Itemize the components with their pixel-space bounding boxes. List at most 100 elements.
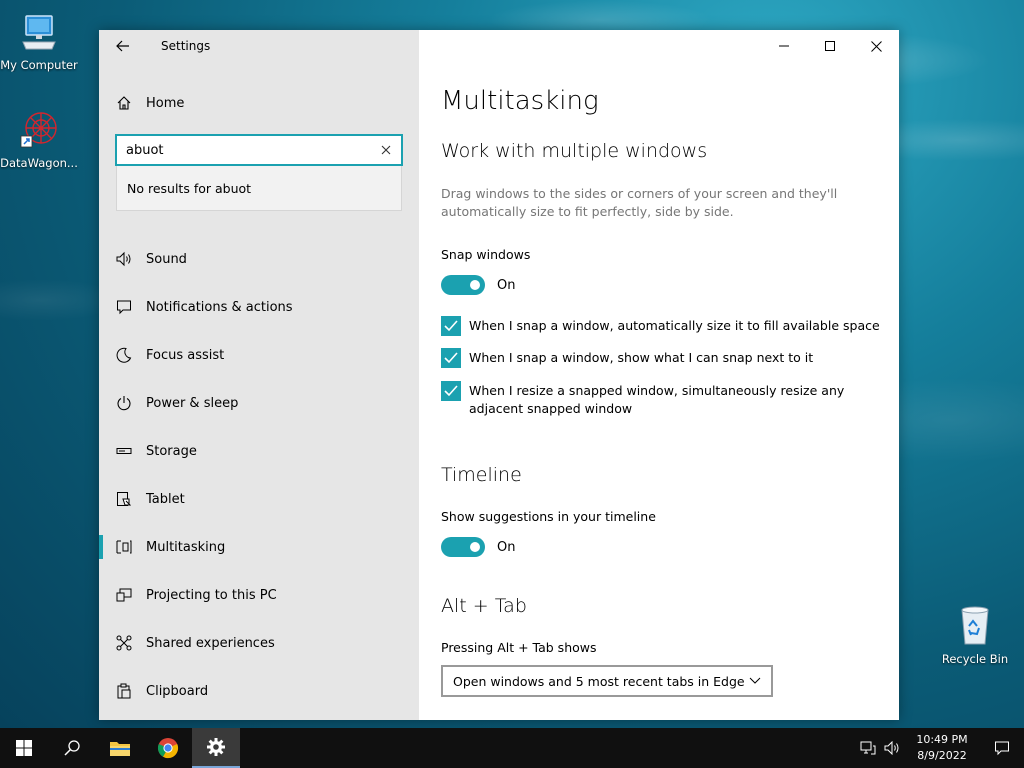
snap-option-label: When I snap a window, automatically size… (469, 318, 880, 333)
sidebar-item-label: Multitasking (146, 539, 226, 555)
computer-icon (15, 8, 63, 56)
close-icon (870, 40, 882, 52)
storage-icon (115, 442, 133, 460)
snap-option-label: When I resize a snapped window, simultan… (469, 383, 845, 416)
chrome-icon (157, 738, 179, 759)
settings-taskbar-button[interactable] (192, 728, 240, 768)
search-button[interactable] (48, 728, 96, 768)
speaker-icon (884, 741, 899, 755)
search-no-results: No results for abuot (116, 166, 402, 211)
taskbar: 10:49 PM 8/9/2022 (0, 728, 1024, 768)
sidebar: Settings Home No results for abuot Sound (99, 30, 419, 720)
clipboard-icon (115, 682, 133, 700)
maximize-button[interactable] (807, 30, 853, 62)
search-box (115, 134, 403, 166)
sidebar-item-shared-experiences[interactable]: Shared experiences (99, 619, 419, 667)
minimize-icon (779, 45, 789, 47)
alt-tab-selected-value: Open windows and 5 most recent tabs in E… (453, 673, 745, 689)
close-button[interactable] (853, 30, 899, 62)
window-title: Settings (161, 39, 211, 53)
sidebar-item-home[interactable]: Home (99, 88, 419, 118)
desktop-icon-label: My Computer (0, 58, 78, 72)
taskbar-clock[interactable]: 10:49 PM 8/9/2022 (904, 732, 980, 764)
page-title: Multitasking (441, 86, 599, 116)
sidebar-nav: Sound Notifications & actions Focus assi… (99, 235, 419, 715)
sidebar-item-label: Notifications & actions (146, 299, 293, 315)
sidebar-item-label: Power & sleep (146, 395, 239, 411)
checkmark-icon (444, 352, 458, 364)
windows-logo-icon (16, 740, 32, 756)
snap-windows-label: Snap windows (441, 247, 531, 262)
shared-icon (115, 634, 133, 652)
folder-icon (110, 742, 130, 756)
clock-time: 10:49 PM (916, 733, 968, 746)
alt-tab-dropdown[interactable]: Open windows and 5 most recent tabs in E… (441, 665, 773, 697)
search-input[interactable] (117, 136, 371, 164)
projecting-icon (115, 586, 133, 604)
sidebar-item-label: Sound (146, 251, 187, 267)
desktop-icon-label: Recycle Bin (941, 652, 1009, 666)
sidebar-item-multitasking[interactable]: Multitasking (99, 523, 419, 571)
notification-icon (995, 741, 1009, 756)
timeline-suggestions-toggle[interactable] (441, 537, 485, 557)
sidebar-item-clipboard[interactable]: Clipboard (99, 667, 419, 715)
snap-windows-toggle-state: On (497, 277, 516, 293)
sidebar-item-tablet[interactable]: Tablet (99, 475, 419, 523)
sidebar-item-label: Shared experiences (146, 635, 275, 651)
sidebar-item-projecting[interactable]: Projecting to this PC (99, 571, 419, 619)
sidebar-item-storage[interactable]: Storage (99, 427, 419, 475)
action-center-button[interactable] (980, 728, 1024, 768)
sidebar-item-focus-assist[interactable]: Focus assist (99, 331, 419, 379)
home-icon (115, 94, 133, 112)
network-icon (860, 741, 876, 755)
snap-assist-checkbox[interactable] (441, 348, 461, 368)
arrow-left-icon (116, 40, 129, 52)
desktop-icon-my-computer[interactable]: My Computer (0, 8, 80, 72)
moon-icon (115, 346, 133, 364)
title-bar: Settings (99, 30, 419, 62)
recycle-bin-icon (951, 602, 999, 650)
clock-date: 8/9/2022 (917, 749, 967, 762)
back-button[interactable] (99, 30, 147, 62)
snap-resize-checkbox[interactable] (441, 381, 461, 401)
minimize-button[interactable] (761, 30, 807, 62)
sidebar-item-notifications[interactable]: Notifications & actions (99, 283, 419, 331)
multitasking-icon (115, 538, 133, 556)
snap-fill-checkbox[interactable] (441, 316, 461, 336)
snap-windows-toggle-row: On (441, 275, 515, 295)
window-controls (761, 30, 899, 62)
timeline-toggle-state: On (497, 539, 516, 555)
timeline-suggestions-label: Show suggestions in your timeline (441, 509, 656, 524)
maximize-icon (825, 41, 835, 51)
speaker-icon (115, 250, 133, 268)
timeline-toggle-row: On (441, 537, 515, 557)
start-button[interactable] (0, 728, 48, 768)
snap-option-fill-space: When I snap a window, automatically size… (441, 316, 881, 336)
snap-option-resize-adjacent: When I resize a snapped window, simultan… (441, 381, 881, 418)
sidebar-item-label: Storage (146, 443, 197, 459)
snap-windows-toggle[interactable] (441, 275, 485, 295)
sidebar-item-power-sleep[interactable]: Power & sleep (99, 379, 419, 427)
datawagon-icon (15, 106, 63, 154)
tablet-icon (115, 490, 133, 508)
file-explorer-button[interactable] (96, 728, 144, 768)
desktop-icon-datawagon[interactable]: DataWagon... (0, 106, 80, 170)
snap-option-label: When I snap a window, show what I can sn… (469, 350, 814, 365)
sidebar-item-label: Projecting to this PC (146, 587, 277, 603)
checkmark-icon (444, 320, 458, 332)
sidebar-item-sound[interactable]: Sound (99, 235, 419, 283)
main-content: Multitasking Work with multiple windows … (419, 30, 899, 720)
network-button[interactable] (856, 728, 880, 768)
volume-button[interactable] (880, 728, 904, 768)
desktop-icon-recycle-bin[interactable]: Recycle Bin (934, 602, 1016, 666)
snap-description: Drag windows to the sides or corners of … (441, 186, 838, 219)
clear-search-button[interactable] (371, 136, 401, 164)
chrome-button[interactable] (144, 728, 192, 768)
snap-option-show-next: When I snap a window, show what I can sn… (441, 348, 881, 368)
power-icon (115, 394, 133, 412)
alt-tab-section-heading: Alt + Tab (441, 595, 527, 617)
settings-window: Settings Home No results for abuot Sound (99, 30, 899, 720)
close-icon (381, 145, 391, 155)
snap-section-heading: Work with multiple windows (441, 140, 708, 162)
sidebar-item-label: Tablet (146, 491, 185, 507)
